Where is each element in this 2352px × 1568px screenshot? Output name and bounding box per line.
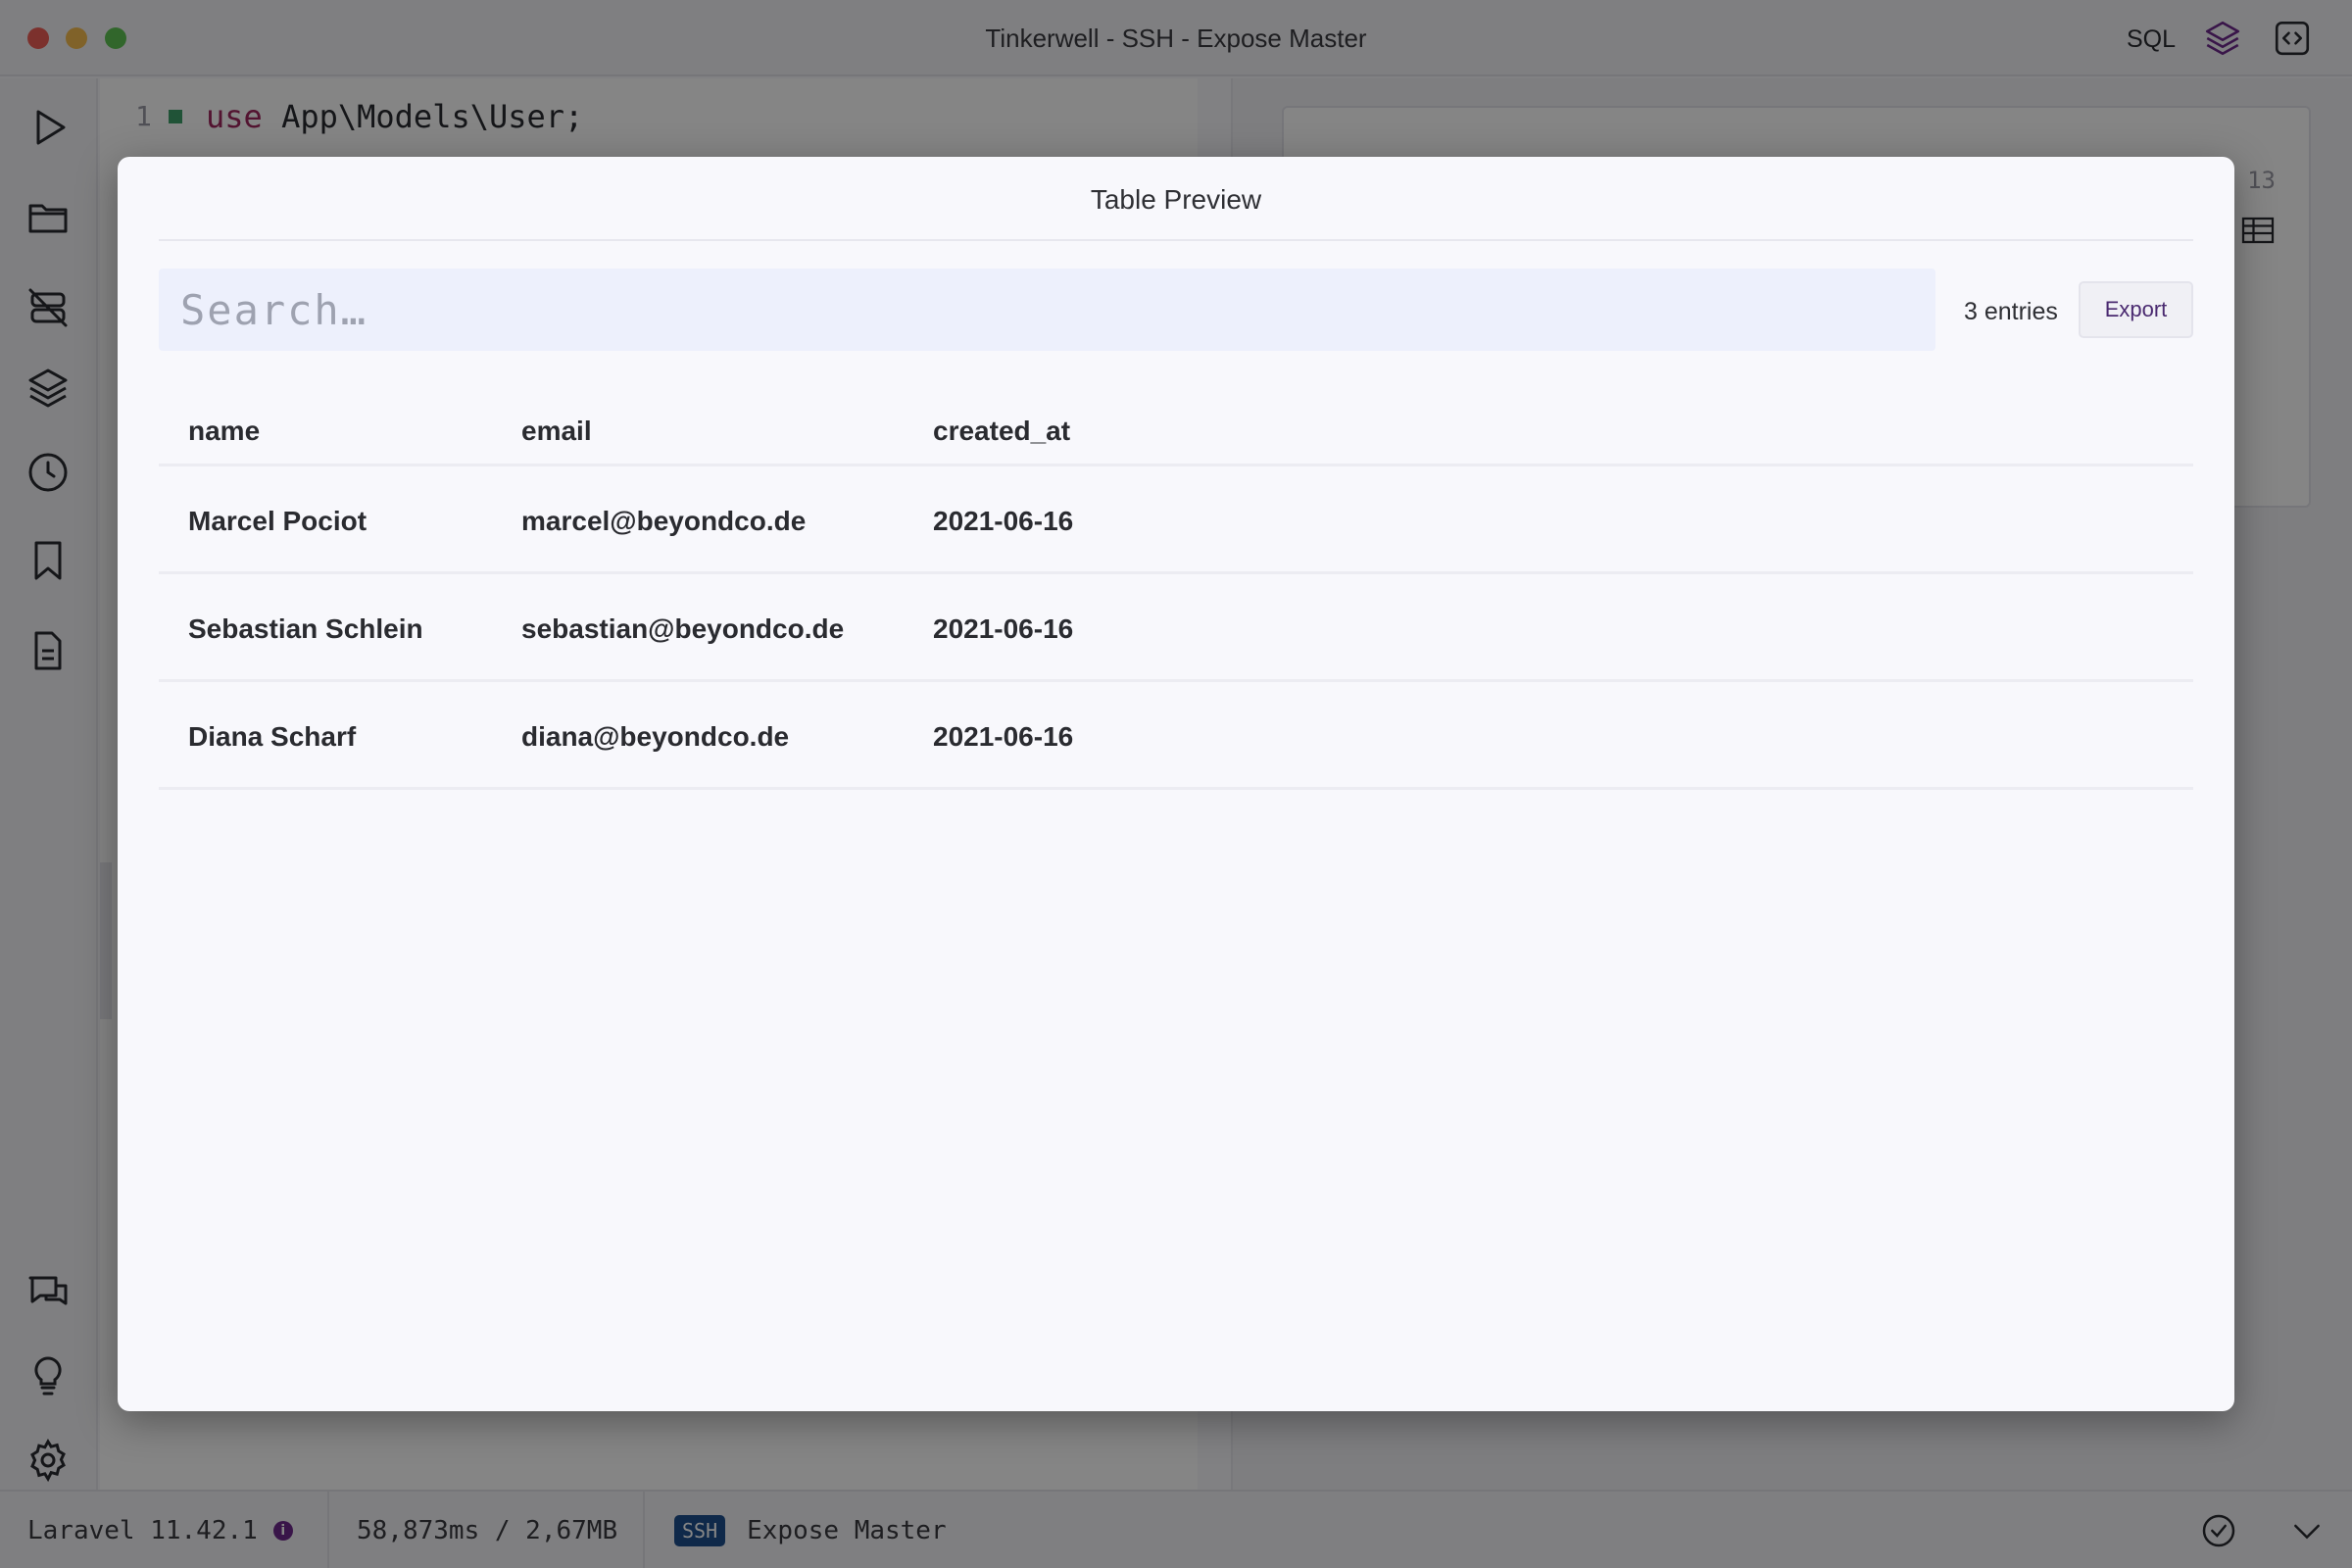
table-preview-modal: Table Preview 3 entries Export name emai… — [118, 157, 2234, 1411]
entries-count-wrap: 3 entries — [1964, 294, 2058, 329]
cell-name: Marcel Pociot — [188, 506, 368, 536]
cell-email: marcel@beyondco.de — [521, 506, 807, 536]
cell-created-at: 2021-06-16 — [933, 721, 1074, 752]
cell-created-at: 2021-06-16 — [933, 613, 1074, 644]
column-header-email[interactable]: email — [521, 416, 592, 447]
cell-created-at: 2021-06-16 — [933, 506, 1074, 536]
table-row[interactable]: Diana Scharf diana@beyondco.de 2021-06-1… — [159, 682, 2193, 790]
cell-name: Sebastian Schlein — [188, 613, 423, 644]
search-input[interactable] — [159, 269, 1936, 351]
table-row[interactable]: Marcel Pociot marcel@beyondco.de 2021-06… — [159, 466, 2193, 574]
cell-name: Diana Scharf — [188, 721, 357, 752]
table-header-row: name email created_at — [159, 382, 2193, 466]
modal-title: Table Preview — [1090, 184, 1262, 215]
cell-email: sebastian@beyondco.de — [521, 613, 845, 644]
cell-email: diana@beyondco.de — [521, 721, 790, 752]
column-header-name[interactable]: name — [188, 416, 260, 447]
modal-divider — [159, 239, 2193, 241]
column-header-created-at[interactable]: created_at — [933, 416, 1070, 447]
preview-table: name email created_at Marcel Pociot marc… — [159, 382, 2193, 790]
table-row[interactable]: Sebastian Schlein sebastian@beyondco.de … — [159, 574, 2193, 682]
export-button[interactable]: Export — [2079, 281, 2193, 338]
entries-count: 3 entries — [1964, 297, 2058, 325]
